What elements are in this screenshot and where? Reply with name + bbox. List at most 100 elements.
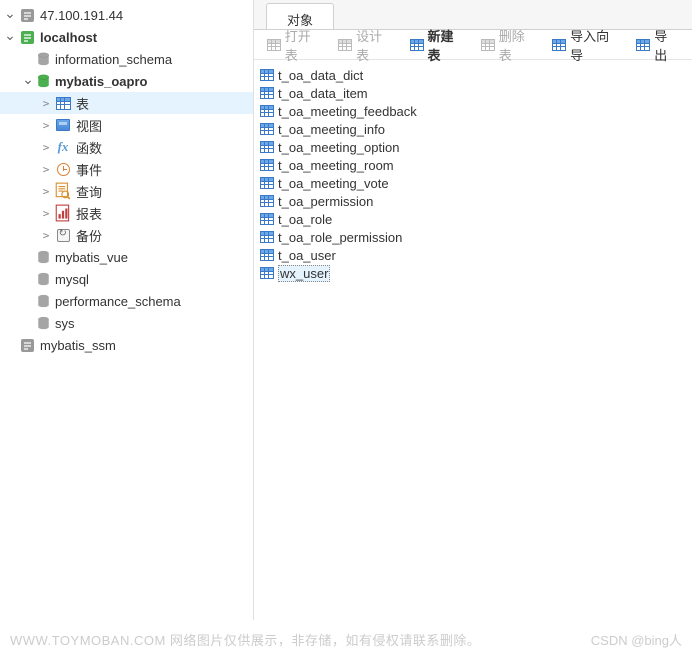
backup-icon <box>54 226 72 244</box>
database-icon <box>36 52 51 66</box>
database-node[interactable]: performance_schema <box>0 290 253 312</box>
delete-table-icon <box>480 37 496 53</box>
database-node[interactable]: mysql <box>0 268 253 290</box>
expand-icon[interactable] <box>38 202 54 224</box>
table-name: t_oa_meeting_vote <box>278 176 389 191</box>
event-icon <box>54 160 72 178</box>
expand-icon[interactable] <box>2 26 18 48</box>
connection-icon <box>18 336 36 354</box>
btn-label: 导入向导 <box>570 26 621 64</box>
footer-watermark: WWW.TOYMOBAN.COM 网络图片仅供展示，非存储，如有侵权请联系删除。… <box>0 625 692 653</box>
query-icon <box>54 182 72 200</box>
connection-icon <box>18 28 36 46</box>
expand-icon[interactable] <box>38 158 54 180</box>
table-name: t_oa_user <box>278 248 336 263</box>
database-icon <box>36 250 51 264</box>
table-row[interactable]: t_oa_meeting_feedback <box>258 102 688 120</box>
connection-icon <box>18 6 36 24</box>
database-node[interactable]: mybatis_vue <box>0 246 253 268</box>
table-row[interactable]: t_oa_permission <box>258 192 688 210</box>
table-icon <box>260 195 274 207</box>
table-icon <box>260 105 274 117</box>
node-label: 事件 <box>76 160 102 179</box>
table-name: t_oa_role <box>278 212 332 227</box>
table-icon <box>260 213 274 225</box>
connection-tree: 47.100.191.44 localhost information_sche… <box>0 0 253 620</box>
table-row[interactable]: t_oa_meeting_info <box>258 120 688 138</box>
table-row[interactable]: t_oa_data_item <box>258 84 688 102</box>
table-name: t_oa_permission <box>278 194 373 209</box>
design-table-icon <box>337 37 353 53</box>
database-icon <box>36 272 51 286</box>
expand-icon[interactable] <box>2 4 18 26</box>
expand-icon[interactable] <box>38 92 54 114</box>
expand-icon[interactable] <box>38 224 54 246</box>
table-name: t_oa_role_permission <box>278 230 402 245</box>
content-panel: 对象 打开表 设计表 新建表 删除表 导入向导 <box>253 0 692 620</box>
table-row[interactable]: t_oa_meeting_room <box>258 156 688 174</box>
node-label: performance_schema <box>55 294 181 309</box>
table-row[interactable]: t_oa_meeting_vote <box>258 174 688 192</box>
table-name: t_oa_meeting_feedback <box>278 104 417 119</box>
node-label: 查询 <box>76 182 102 201</box>
new-table-icon <box>409 37 425 53</box>
open-table-icon <box>266 37 282 53</box>
watermark-right: CSDN @bing人 <box>591 630 682 649</box>
backups-node[interactable]: 备份 <box>0 224 253 246</box>
table-icon <box>54 94 72 112</box>
database-node[interactable]: sys <box>0 312 253 334</box>
table-icon <box>260 123 274 135</box>
expand-icon[interactable] <box>38 180 54 202</box>
node-label: 报表 <box>76 204 102 223</box>
watermark-left: WWW.TOYMOBAN.COM 网络图片仅供展示，非存储，如有侵权请联系删除。 <box>10 630 480 649</box>
table-icon <box>260 177 274 189</box>
tables-node[interactable]: 表 <box>0 92 253 114</box>
import-icon <box>551 37 567 53</box>
table-row[interactable]: t_oa_user <box>258 246 688 264</box>
connection-node[interactable]: 47.100.191.44 <box>0 4 253 26</box>
expand-icon[interactable] <box>20 70 36 92</box>
views-node[interactable]: 视图 <box>0 114 253 136</box>
connection-node[interactable]: localhost <box>0 26 253 48</box>
table-row[interactable]: wx_user <box>258 264 688 282</box>
node-label: mybatis_oapro <box>55 74 147 89</box>
node-label: mybatis_vue <box>55 250 128 265</box>
table-icon <box>260 159 274 171</box>
events-node[interactable]: 事件 <box>0 158 253 180</box>
node-label: mybatis_ssm <box>40 338 116 353</box>
function-icon: fx <box>54 138 72 156</box>
connection-node[interactable]: mybatis_ssm <box>0 334 253 356</box>
queries-node[interactable]: 查询 <box>0 180 253 202</box>
btn-label: 打开表 <box>285 26 324 64</box>
table-name: t_oa_meeting_info <box>278 122 385 137</box>
table-icon <box>260 267 274 279</box>
expand-icon[interactable] <box>38 114 54 136</box>
database-node[interactable]: information_schema <box>0 48 253 70</box>
table-row[interactable]: t_oa_role <box>258 210 688 228</box>
table-icon <box>260 249 274 261</box>
node-label: 47.100.191.44 <box>40 8 123 23</box>
node-label: 函数 <box>76 138 102 157</box>
reports-node[interactable]: 报表 <box>0 202 253 224</box>
node-label: 备份 <box>76 226 102 245</box>
node-label: information_schema <box>55 52 172 67</box>
table-row[interactable]: t_oa_meeting_option <box>258 138 688 156</box>
expand-icon[interactable] <box>38 136 54 158</box>
btn-label: 导出 <box>654 26 680 64</box>
database-icon <box>36 74 51 88</box>
table-icon <box>260 231 274 243</box>
table-icon <box>260 87 274 99</box>
table-name: t_oa_meeting_option <box>278 140 399 155</box>
functions-node[interactable]: fx 函数 <box>0 136 253 158</box>
node-label: localhost <box>40 30 97 45</box>
table-list: t_oa_data_dictt_oa_data_item t_oa_meeting… <box>254 60 692 620</box>
database-node[interactable]: mybatis_oapro <box>0 70 253 92</box>
btn-label: 删除表 <box>499 26 538 64</box>
table-icon <box>260 141 274 153</box>
table-row[interactable]: t_oa_role_permission <box>258 228 688 246</box>
table-name: t_oa_meeting_room <box>278 158 394 173</box>
table-name: wx_user <box>278 265 330 282</box>
btn-label: 设计表 <box>356 26 395 64</box>
table-row[interactable]: t_oa_data_dict <box>258 66 688 84</box>
table-icon <box>260 69 274 81</box>
